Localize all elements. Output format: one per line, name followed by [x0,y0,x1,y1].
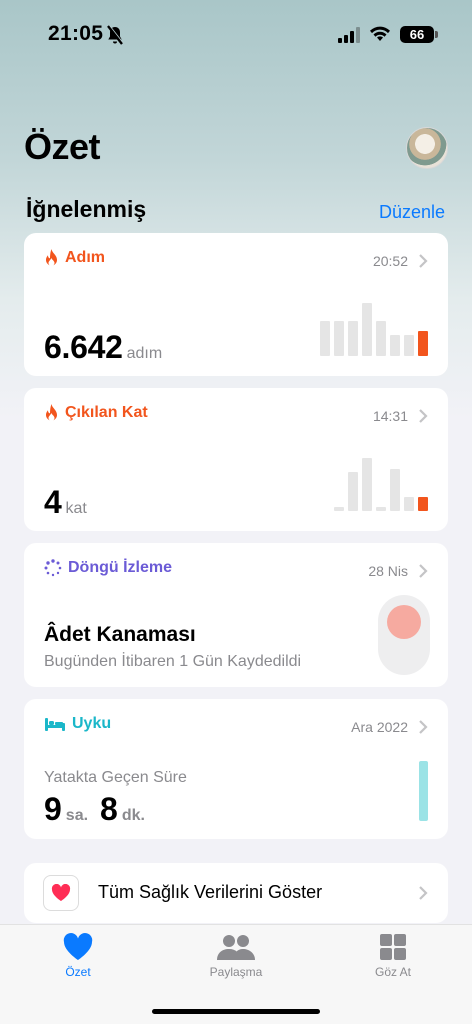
card-timestamp: 14:31 [372,408,408,424]
status-bar: 21:05 66 [0,0,472,70]
card-header: Uyku [44,715,111,733]
steps-unit: adım [126,345,163,362]
bell-slash-icon [107,25,124,45]
chevron-right-icon [419,409,428,423]
sleep-card[interactable]: Uyku Ara 2022 Yatakta Geçen Süre 9 sa. 8… [24,699,448,839]
mini-chart-bar [362,303,372,356]
status-time: 21:05 [48,22,104,45]
floors-mini-chart [334,458,428,511]
card-header: Çıkılan Kat [44,404,148,422]
floors-unit: kat [65,500,87,517]
sleep-value: 9 sa. 8 dk. [44,791,153,828]
steps-mini-chart [320,303,428,356]
page-title: Özet [24,126,101,167]
floors-count: 4 [44,484,62,520]
mini-chart-bar [418,497,428,511]
avatar[interactable] [406,127,448,169]
mini-chart-bar [418,331,428,356]
chevron-right-icon [419,886,428,900]
edit-button[interactable]: Düzenle [379,202,445,223]
tab-label: Özet [65,965,91,979]
people-icon [217,935,255,960]
grid-icon [380,934,406,960]
mini-chart-bar [376,321,386,356]
period-dot [387,605,421,639]
steps-count: 6.642 [44,329,123,365]
mini-chart-bar [376,507,386,511]
sleep-bar [419,761,428,821]
tab-sharing[interactable]: Paylaşma [186,933,286,979]
mini-chart-bar [390,469,400,511]
tab-browse[interactable]: Göz At [343,933,443,979]
steps-card[interactable]: Adım 20:52 6.642 adım [24,233,448,376]
tab-summary[interactable]: Özet [28,933,128,979]
floors-card[interactable]: Çıkılan Kat 14:31 4 kat [24,388,448,531]
card-title: Uyku [72,715,112,732]
chevron-right-icon [419,254,428,268]
chevron-right-icon [419,564,428,578]
mini-chart-bar [404,497,414,511]
wifi-icon [370,26,390,41]
card-timestamp: 20:52 [372,253,408,269]
mini-chart-bar [334,321,344,356]
section-title: İğnelenmiş [26,196,147,222]
mini-chart-bar [334,507,344,511]
card-date: Ara 2022 [351,719,408,735]
chevron-right-icon [419,720,428,734]
mini-chart-bar [348,472,358,511]
cycle-status: Âdet Kanaması [44,623,196,646]
cycle-card[interactable]: Döngü İzleme 28 Nis Âdet Kanaması Bugünd… [24,543,448,687]
sleep-hours: 9 [44,791,62,827]
card-date: 28 Nis [368,563,408,579]
tab-label: Göz At [374,965,412,979]
mini-chart-bar [320,321,330,356]
card-title: Çıkılan Kat [65,404,148,421]
heart-icon [51,884,71,901]
cycle-detail: Bugünden İtibaren 1 Gün Kaydedildi [44,653,302,670]
home-indicator [152,1009,320,1014]
sleep-minutes: 8 [100,791,118,827]
steps-value: 6.642 adım [44,329,162,366]
heart-icon [63,933,93,960]
sleep-minutes-unit: dk. [121,807,145,824]
show-all-health-data-button[interactable]: Tüm Sağlık Verilerini Göster [24,863,448,923]
card-title: Adım [65,249,105,266]
card-header: Döngü İzleme [44,559,172,577]
sleep-label: Yatakta Geçen Süre [44,769,187,786]
health-app-icon [43,875,79,911]
signal-icon [338,27,360,43]
mini-chart-bar [362,458,372,511]
card-title: Döngü İzleme [68,559,173,576]
card-header: Adım [44,249,105,267]
bed-icon [45,718,65,731]
mini-chart-bar [348,321,358,356]
sleep-hours-unit: sa. [65,807,89,824]
mini-chart-bar [390,335,400,356]
cycle-dots-icon [44,559,62,577]
tab-label: Paylaşma [209,965,263,979]
floors-value: 4 kat [44,484,87,521]
flame-icon [46,404,57,421]
mini-chart-bar [404,335,414,356]
flame-icon [46,249,57,266]
show-all-label: Tüm Sağlık Verilerini Göster [98,882,323,902]
battery-indicator: 66 [400,26,438,43]
